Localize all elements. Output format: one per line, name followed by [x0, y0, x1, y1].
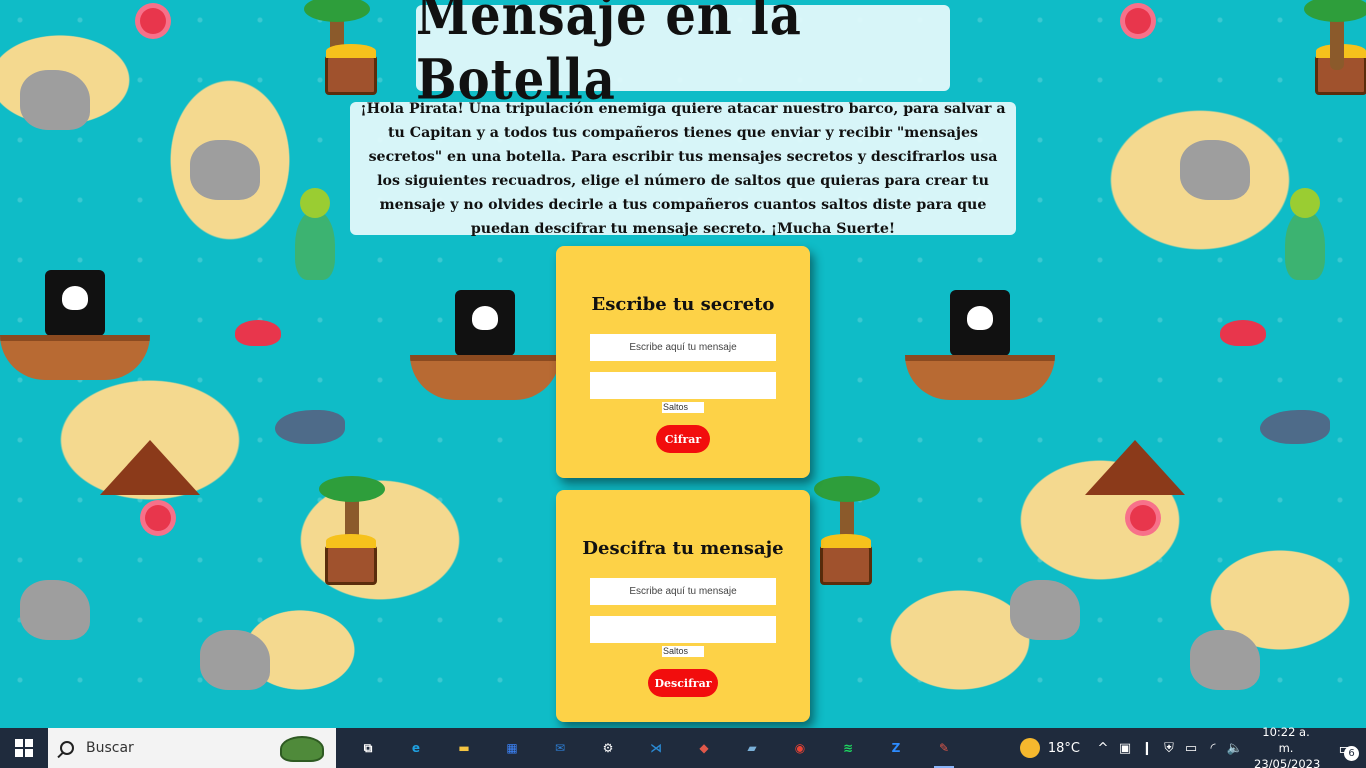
clock[interactable]: 10:22 a. m. 23/05/2023: [1246, 724, 1326, 768]
flower-decoration: [140, 8, 166, 34]
system-tray: 18°C ^▣❙⛨▭◜🔈 10:22 a. m. 23/05/2023 ▭ 6: [1008, 725, 1366, 768]
cipher-button[interactable]: Cifrar: [656, 425, 710, 453]
cipher-card: Escribe tu secreto Cifrar: [556, 246, 810, 478]
gear-icon: ⚙: [602, 741, 614, 755]
cipher-output-field[interactable]: [590, 372, 776, 399]
treasure-chest-decoration: [325, 534, 377, 585]
weather-sun-icon: [1019, 738, 1040, 758]
paint-icon: ✎: [938, 741, 950, 755]
clock-date: 23/05/2023: [1254, 757, 1321, 768]
palm-tree-decoration: [1304, 0, 1366, 70]
taskbar-apps: ⧉ e ▬ ▦ ✉ ⚙ ⋊ ◆ ▰ ◉ ≋ Z ✎: [344, 728, 968, 768]
flower-decoration: [1130, 505, 1156, 531]
cipher-card-title: Escribe tu secreto: [591, 294, 775, 315]
notification-center-button[interactable]: ▭ 6: [1326, 728, 1366, 768]
wifi-icon[interactable]: ◜: [1202, 741, 1224, 756]
taskbar-app-mail[interactable]: ✉: [536, 728, 584, 768]
treasure-chest-decoration: [820, 534, 872, 585]
chevron-up-icon[interactable]: ^: [1092, 741, 1114, 756]
rock-decoration: [20, 70, 90, 130]
taskbar-app-vscode[interactable]: ⋊: [632, 728, 680, 768]
rock-decoration: [1190, 630, 1260, 690]
battery-icon[interactable]: ▭: [1180, 741, 1202, 756]
camera-icon[interactable]: ▣: [1114, 741, 1136, 756]
taskbar-app-paint[interactable]: ✎: [920, 728, 968, 768]
rock-decoration: [20, 580, 90, 640]
taskbar-search-box[interactable]: Buscar: [48, 728, 336, 768]
taskbar-app-settings[interactable]: ⚙: [584, 728, 632, 768]
rock-decoration: [200, 630, 270, 690]
chrome-icon: ◉: [794, 741, 806, 755]
treasure-chest-decoration: [325, 44, 377, 95]
intro-banner: ¡Hola Pirata! Una tripulación enemiga qu…: [350, 101, 1016, 237]
taskbar-app-zoom[interactable]: Z: [872, 728, 920, 768]
search-placeholder: Buscar: [86, 740, 134, 756]
spotify-icon: ≋: [842, 741, 854, 755]
mermaid-decoration: [1285, 188, 1325, 280]
decipher-steps-input[interactable]: [662, 646, 704, 657]
edge-icon: e: [411, 741, 421, 755]
git-icon: ◆: [699, 741, 709, 755]
decipher-card: Descifra tu mensaje Descifrar: [556, 490, 810, 722]
windows-logo-icon: [15, 739, 33, 757]
decipher-output-field[interactable]: [590, 616, 776, 643]
mail-icon: ✉: [554, 741, 566, 755]
taskbar-app-edge[interactable]: e: [392, 728, 440, 768]
shark-decoration: [1260, 410, 1330, 444]
taskbar-app-file-explorer[interactable]: ▬: [440, 728, 488, 768]
pirate-ship-decoration: [0, 270, 150, 380]
taskbar-app-spotify[interactable]: ≋: [824, 728, 872, 768]
search-icon: [60, 741, 74, 755]
intro-text: ¡Hola Pirata! Una tripulación enemiga qu…: [360, 100, 1006, 237]
weather-temperature: 18°C: [1047, 740, 1080, 756]
shark-decoration: [275, 410, 345, 444]
pirate-ship-decoration: [410, 290, 560, 400]
shield-icon[interactable]: ⛨: [1158, 741, 1180, 756]
title-banner: Mensaje en la Botella: [416, 0, 950, 112]
decipher-message-input[interactable]: [590, 578, 776, 605]
start-button[interactable]: [0, 728, 48, 768]
zoom-icon: Z: [891, 741, 901, 755]
notification-count-badge: 6: [1344, 746, 1359, 761]
volcano-decoration: [1085, 440, 1185, 495]
store-icon: ▦: [506, 741, 518, 755]
flower-decoration: [145, 505, 171, 531]
weather-widget[interactable]: 18°C: [1008, 738, 1092, 758]
notes-icon: ▰: [747, 741, 757, 755]
taskbar: Buscar ⧉ e ▬ ▦ ✉ ⚙ ⋊ ◆ ▰ ◉ ≋ Z ✎ 18°C ^ ▣ ❙ ⛨ ▭ ◜ 🔈 10:22 …: [0, 725, 1366, 768]
pirate-ship-decoration: [905, 290, 1055, 400]
volume-icon[interactable]: 🔈: [1224, 741, 1246, 756]
microphone-icon[interactable]: ❙: [1136, 741, 1158, 756]
taskbar-app-chrome[interactable]: ◉: [776, 728, 824, 768]
turtle-icon: [280, 736, 324, 762]
taskbar-app-notes[interactable]: ▰: [728, 728, 776, 768]
task-view-icon: ⧉: [363, 740, 373, 755]
taskbar-app-git[interactable]: ◆: [680, 728, 728, 768]
folder-icon: ▬: [458, 741, 470, 755]
rock-decoration: [1010, 580, 1080, 640]
volcano-decoration: [100, 440, 200, 495]
rock-decoration: [190, 140, 260, 200]
crab-decoration: [1220, 320, 1266, 346]
taskbar-app-store[interactable]: ▦: [488, 728, 536, 768]
cipher-steps-input[interactable]: [662, 402, 704, 413]
tray-icons: ^ ▣ ❙ ⛨ ▭ ◜ 🔈: [1092, 741, 1246, 756]
taskbar-app-task-view[interactable]: ⧉: [344, 728, 392, 768]
crab-decoration: [235, 320, 281, 346]
cipher-message-input[interactable]: [590, 334, 776, 361]
mermaid-decoration: [295, 188, 335, 280]
rock-decoration: [1180, 140, 1250, 200]
decipher-button[interactable]: Descifrar: [648, 669, 718, 697]
flower-decoration: [1125, 8, 1151, 34]
vscode-icon: ⋊: [650, 741, 662, 755]
decipher-card-title: Descifra tu mensaje: [582, 538, 784, 559]
clock-time: 10:22 a. m.: [1262, 725, 1310, 755]
